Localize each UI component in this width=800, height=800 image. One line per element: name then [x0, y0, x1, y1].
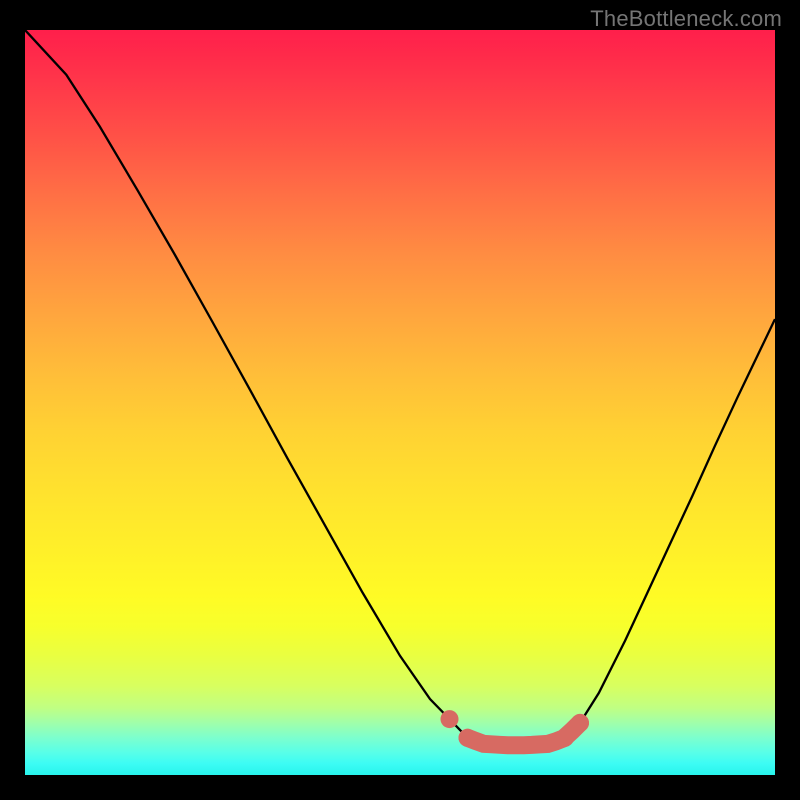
bottleneck-curve-line — [25, 30, 775, 745]
chart-svg — [25, 30, 775, 775]
watermark-text: TheBottleneck.com — [590, 6, 782, 32]
chart-plot-area — [25, 30, 775, 775]
optimal-range-highlight — [441, 710, 590, 747]
